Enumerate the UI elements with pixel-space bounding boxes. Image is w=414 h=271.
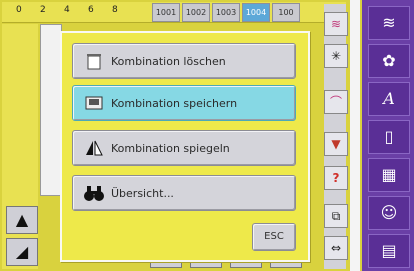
menu-item-label: Übersicht...: [111, 186, 174, 200]
memory-icon[interactable]: ▤: [368, 234, 410, 268]
ruler-number: 2: [40, 5, 46, 15]
needle-icon: ▲: [15, 210, 29, 229]
binoculars-icon: [83, 182, 105, 204]
sewing-machine-screen: 0 2 4 6 8 1001 1002 1003 1004 100 ▲ ◢ ≋ …: [0, 0, 414, 271]
delete-combination-icon: [83, 50, 105, 72]
alphabet-icon[interactable]: A: [368, 82, 410, 116]
needle-left-button[interactable]: ◢: [6, 238, 38, 266]
stitch-tab-100[interactable]: 100: [272, 3, 300, 22]
combination-menu-dialog: Kombination löschen Kombination speicher…: [60, 31, 310, 262]
save-combination-icon: [83, 92, 105, 114]
zigzag-icon[interactable]: ≋: [324, 12, 348, 36]
ruler-number: 8: [112, 5, 118, 15]
stitch-pattern-icon[interactable]: ≋: [368, 6, 410, 40]
function-column: ≋ ✳ ⌒ ▼ ? ⧉ ⇔: [324, 4, 348, 269]
combination-icon[interactable]: ⇔: [324, 236, 348, 260]
ruler-number: 0: [16, 5, 22, 15]
mirror-icon[interactable]: ⌒: [324, 90, 348, 114]
stitch-tab-1004[interactable]: 1004: [242, 3, 270, 22]
ruler-number: 6: [88, 5, 94, 15]
stitch-width-ruler: 0 2 4 6 8 1001 1002 1003 1004 100: [2, 2, 346, 23]
main-category-toolbar: ≋ ✿ A ▯ ▦ ☺ ▤: [362, 0, 414, 271]
help-icon[interactable]: ?: [324, 166, 348, 190]
esc-button[interactable]: ESC: [252, 223, 296, 251]
stitch-tab-1003[interactable]: 1003: [212, 3, 240, 22]
menu-item-label: Kombination spiegeln: [111, 141, 230, 155]
menu-item-label: Kombination löschen: [111, 54, 226, 68]
delete-combination-button[interactable]: Kombination löschen: [72, 43, 296, 79]
panel-divider: [350, 0, 360, 271]
ruler-number: 4: [64, 5, 70, 15]
save-combination-button[interactable]: Kombination speichern: [72, 85, 296, 121]
stitch-tab-1001[interactable]: 1001: [152, 3, 180, 22]
menu-item-label: Kombination speichern: [111, 96, 238, 110]
buttonhole-icon[interactable]: ▯: [368, 120, 410, 154]
mirror-combination-icon: [83, 137, 105, 159]
stitch-tab-1002[interactable]: 1002: [182, 3, 210, 22]
personal-program-icon[interactable]: ☺: [368, 196, 410, 230]
decorative-icon[interactable]: ✿: [368, 44, 410, 78]
needle-stop-icon[interactable]: ✳: [324, 44, 348, 68]
needle-button[interactable]: ▲: [6, 206, 38, 234]
mirror-combination-button[interactable]: Kombination spiegeln: [72, 130, 296, 166]
layers-icon[interactable]: ⧉: [324, 204, 348, 228]
stitch-preview-strip: [40, 24, 62, 196]
quilt-icon[interactable]: ▦: [368, 158, 410, 192]
left-rail: ▲ ◢: [2, 24, 38, 269]
overview-button[interactable]: Übersicht...: [72, 175, 296, 211]
arrow-down-icon[interactable]: ▼: [324, 132, 348, 156]
needle-left-icon: ◢: [15, 242, 29, 261]
